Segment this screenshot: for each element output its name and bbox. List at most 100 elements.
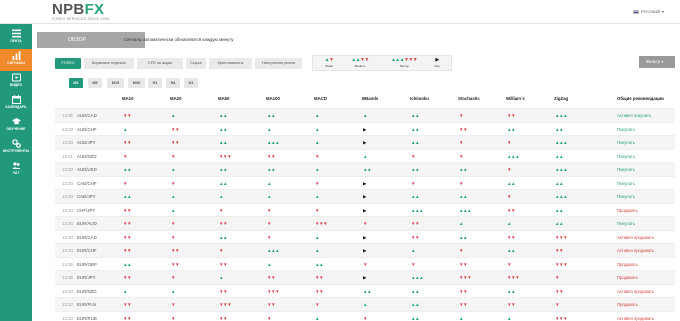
signal-up-icon: ▲▲ — [219, 126, 228, 132]
signal-down-icon: ▼ — [459, 140, 464, 145]
signal-up-icon: ▲▲ — [123, 261, 132, 267]
signal-down-icon: ▼▼ — [123, 275, 132, 280]
timeframe-m5-button[interactable]: M5 — [88, 78, 102, 88]
table-row[interactable]: 13:34 EUR/AUD ▼▼ ▼ ▼▼ ▼ ▼▼▼ ▼ ▼▼ ▲ ▲ ▲▲ Покупать — [55, 216, 675, 230]
recommendation: Покупать — [617, 167, 635, 172]
table-row[interactable]: 13:34 EUR/NZD ▲ ▲ ▼▼ ▼▼▼ ▼▼ ▲▲ ▲▲ ▼▼ ▲▲ ▼▼ Активно п… — [55, 283, 675, 298]
table-row[interactable]: 13:33 CAD/JPY ▲▲ ▲ ▲ ▲ ▲ ▶ ▲▲ ▲▲ ▼ ▲▲▲ Покупать — [55, 189, 675, 203]
sidebar-item-education[interactable]: ОБУЧЕНИЕ — [0, 115, 32, 137]
table-row[interactable]: 13:33 CAD/CHF ▼ ▼ ▲▲ ▲ ▼ ▶ ▼ ▼ ▲▲ ▲▲ Покупать — [55, 175, 675, 190]
signal-up-icon: ▲ — [315, 315, 320, 321]
signal-down-icon: ▼ — [411, 261, 416, 267]
timeframe-h1-button[interactable]: H1 — [148, 78, 162, 88]
signal-down-icon: ▼▼ — [219, 221, 228, 226]
table-row[interactable]: 13:21 AUD/NZD ▼ ▼ ▼▼▼ ▼▼ ▼ ▲ ▼ ▼ ▲▲▲ ▲▲ Покупать — [55, 148, 675, 163]
column-header: MACD — [314, 96, 327, 101]
sidebar-item-feed[interactable]: ЛЕНТА — [0, 27, 32, 49]
sidebar-item-tools[interactable]: ИНСТРУМЕНТЫ — [0, 137, 32, 159]
signal-up-icon: ▲▲▲ — [411, 207, 424, 213]
signal-down-icon: ▼▼▼ — [219, 153, 232, 159]
timeframe-m1-button[interactable]: M1 — [69, 78, 83, 88]
table-row[interactable]: 13:23 EUR/RUB ▼▼ ▼ ▼▼ ▼ ▲ ▼ ▲▲ ▲ ▲ ▼▼▼ Активно прода… — [55, 310, 675, 321]
signal-down-icon: ▼ — [171, 275, 176, 280]
timeframe-d1-button[interactable]: D1 — [184, 78, 198, 88]
signal-time: 13:33 — [62, 180, 73, 186]
category-forex-button[interactable]: FOREX — [55, 58, 81, 69]
signal-down-icon: ▼▼ — [219, 288, 228, 294]
table-row[interactable]: 13:22 EUR/PLN ▼▼ ▼ ▼▼▼ ▼▼ ▼ ▲ ▲▲ ▼▼ ▼▼ ▼ Продавать — [55, 297, 675, 311]
signal-up-icon: ▲▲ — [219, 234, 228, 240]
signal-up-icon: ▲ — [219, 275, 224, 280]
language-selector[interactable]: РУССКИЙ ▾ — [633, 9, 664, 14]
signal-down-icon: ▼▼▼ — [267, 288, 280, 294]
table-row[interactable]: 13:35 AUD/CAD ▼▼ ▲ ▲▲ ▲▲ ▲ ▲ ▲▲ ▼ ▼▼ ▲▲▲ Активно пок… — [55, 108, 675, 122]
signal-time: 13:34 — [62, 207, 73, 213]
signal-down-icon: ▼ — [507, 194, 512, 199]
table-row[interactable]: 13:33 AUD/JPY ▼▼ ▼▼ ▲▲ ▲▲▲ ▲ ▶ ▲▲ ▼ ▼ ▲▲▲ Покупать — [55, 135, 675, 149]
currency-pair: EUR/RUB — [77, 315, 97, 321]
category-cfd-button[interactable]: CFD на акции — [137, 58, 183, 69]
sidebar-item-calendar[interactable]: КАЛЕНДАРЬ — [0, 93, 32, 115]
signal-up-icon: ▲ — [315, 113, 320, 118]
recommendation: Активно продавать — [617, 248, 655, 253]
signal-up-icon: ▲▲ — [555, 207, 564, 213]
sidebar-item-chat[interactable]: ЧАТ — [0, 159, 32, 181]
column-header: Ichimoku — [410, 96, 429, 101]
signal-flat-icon: ▶ — [363, 207, 367, 213]
signal-flat-icon: ▶ — [363, 126, 367, 132]
legend-label: Weak — [325, 64, 333, 68]
recommendation: Продавать — [617, 275, 638, 280]
table-row[interactable]: 13:34 CHF/JPY ▼▼ ▲ ▼ ▼ ▼ ▶ ▲▲▲ ▲▲▲ ▼▼ ▲▲ Продавать — [55, 202, 675, 217]
signal-down-icon: ▼▼ — [459, 288, 468, 294]
chat-icon — [11, 162, 21, 169]
signal-down-icon: ▼ — [459, 153, 464, 159]
signal-up-icon: ▲▲ — [411, 194, 420, 199]
signal-down-icon: ▼▼ — [219, 315, 228, 321]
recommendation: Покупать — [617, 126, 635, 132]
table-row[interactable]: 13:35 EUR/GBP ▲▲ ▼▼ ▼▼ ▲ ▲▲ ▼ ▼ ▼▼ ▼ ▼▼▼ Продавать — [55, 256, 675, 271]
signal-down-icon: ▼ — [411, 153, 416, 159]
signal-up-icon: ▲▲ — [219, 113, 228, 118]
signal-down-icon: ▼ — [171, 180, 176, 186]
signal-up-icon: ▲ — [363, 113, 368, 118]
signal-down-icon: ▼ — [459, 248, 464, 253]
chevron-down-icon: ▾ — [661, 59, 664, 64]
legend-flat: ▶ Flat — [431, 57, 443, 68]
filter-button[interactable]: Фильтр ▾ — [639, 56, 675, 68]
category-indices-button[interactable]: Биржевые индексы — [84, 58, 134, 69]
logo-subtitle: FOREX SERVICES SINCE 1994 — [52, 17, 110, 21]
signal-up-icon: ▲ — [171, 113, 176, 118]
table-row[interactable]: 13:34 EUR/CHF ▼▼ ▼▼ ▼ ▲▲▲ ▲ ▶ ▲ ▼ ▲▲ ▼▼ Активно прод… — [55, 243, 675, 257]
logo-text: NPBFX — [52, 2, 116, 17]
table-row[interactable]: 13:33 AUD/USD ▲▲ ▲ ▲▲ ▲▲ ▲ ▲▲ ▲▲ ▲▲ ▼ ▲▲▲ Покупать — [55, 162, 675, 176]
signal-up-icon: ▲ — [315, 167, 320, 172]
sidebar-item-signals[interactable]: СИГНАЛЫ — [0, 49, 32, 71]
signal-up-icon: ▲▲ — [459, 194, 468, 199]
education-icon — [11, 118, 21, 125]
top-header: NPBFX FOREX SERVICES SINCE 1994 РУССКИЙ … — [0, 0, 680, 24]
signal-up-icon: ▲ — [315, 126, 320, 132]
signal-down-icon: ▼▼ — [123, 207, 132, 213]
video-icon — [11, 73, 21, 82]
table-row[interactable]: 13:35 EUR/JPY ▼▼ ▼ ▲ ▼▼ ▼▼ ▶ ▲▲▲ ▼▼▼ ▼▼▼ ▼ Продавать — [55, 270, 675, 284]
signal-up-icon: ▲ — [267, 126, 272, 132]
timeframe-m30-button[interactable]: M30 — [128, 78, 145, 88]
category-commodities-button[interactable]: Сырье — [186, 58, 206, 69]
category-sentiment-button[interactable]: Настроения рынка — [255, 58, 302, 69]
signal-up-icon: ▲▲ — [411, 167, 420, 172]
signal-down-icon: ▼▼ — [123, 140, 132, 145]
signal-up-icon: ▲▲ — [411, 126, 420, 132]
timeframe-m15-button[interactable]: M15 — [107, 78, 124, 88]
signal-down-icon: ▼▼ — [459, 302, 468, 307]
signal-down-icon: ▼▼ — [123, 234, 132, 240]
timeframe-h4-button[interactable]: H4 — [166, 78, 180, 88]
currency-pair: EUR/CAD — [77, 234, 97, 240]
signal-down-icon: ▼ — [171, 234, 176, 240]
signal-down-icon: ▼ — [315, 180, 320, 186]
table-row[interactable]: 13:33 AUD/CHF ▲ ▼▼ ▲▲ ▲ ▲ ▶ ▲▲ ▼▼ ▲▲ ▲▲ Покупать — [55, 121, 675, 136]
category-crypto-button[interactable]: Криптовалюты — [209, 58, 252, 69]
signal-up-icon: ▲ — [315, 234, 320, 240]
sidebar-item-video[interactable]: ВИДЕО — [0, 71, 32, 93]
logo[interactable]: NPBFX FOREX SERVICES SINCE 1994 — [52, 2, 116, 22]
table-row[interactable]: 13:34 EUR/CAD ▼▼ ▼ ▲▲ ▼ ▲ ▶ ▼▼ ▲▲ ▼▼ ▼▼▼ Активно про… — [55, 229, 675, 244]
